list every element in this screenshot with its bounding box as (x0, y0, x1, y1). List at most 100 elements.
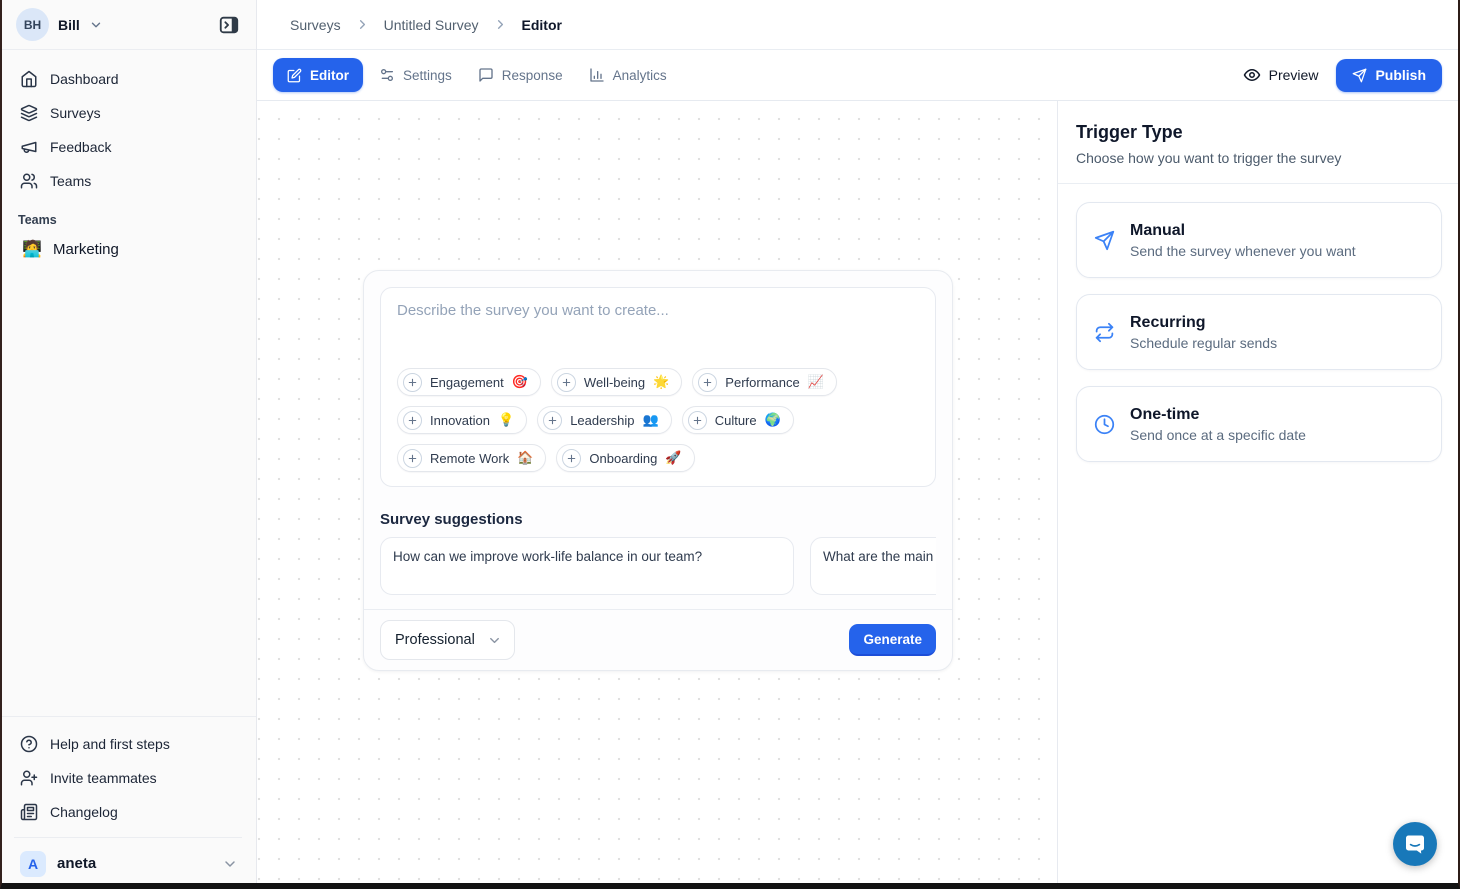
prompt-input[interactable]: Describe the survey you want to create..… (380, 287, 936, 487)
sidebar-spacer (0, 267, 256, 716)
sliders-icon (379, 67, 395, 83)
publish-button[interactable]: Publish (1336, 59, 1442, 92)
panel-collapse-icon (218, 14, 240, 36)
tab-label: Editor (310, 68, 349, 83)
sidebar-item-help[interactable]: Help and first steps (14, 727, 242, 761)
tab-response[interactable]: Response (468, 58, 573, 92)
composer-footer: Professional Generate (364, 609, 952, 670)
send-icon (1093, 230, 1115, 251)
plus-icon (543, 411, 562, 430)
chip-label: Engagement (430, 375, 504, 390)
suggestions-title: Survey suggestions (380, 511, 936, 528)
chip-emoji: 🌍 (765, 412, 781, 428)
sidebar-nav: Dashboard Surveys Feedback Teams Teams 🧑… (0, 50, 256, 267)
sidebar-item-surveys[interactable]: Surveys (14, 96, 242, 130)
workspace-name: Bill (58, 17, 80, 33)
user-plus-icon (20, 769, 38, 787)
generate-button[interactable]: Generate (849, 624, 936, 656)
chat-launcher-button[interactable] (1393, 822, 1437, 866)
editor-canvas[interactable]: Describe the survey you want to create..… (257, 101, 1057, 889)
topic-chip-remote-work[interactable]: Remote Work 🏠 (397, 444, 546, 472)
megaphone-icon (20, 138, 38, 156)
sidebar-item-teams[interactable]: Teams (14, 164, 242, 198)
composer-card: Describe the survey you want to create..… (363, 270, 953, 671)
topic-chip-onboarding[interactable]: Onboarding 🚀 (556, 444, 694, 472)
chip-emoji: 🎯 (512, 374, 528, 390)
topic-chip-engagement[interactable]: Engagement 🎯 (397, 368, 541, 396)
breadcrumb: Surveys Untitled Survey Editor (257, 0, 1460, 50)
tone-value: Professional (395, 632, 475, 648)
sidebar-item-label: Help and first steps (50, 736, 170, 752)
breadcrumb-surveys[interactable]: Surveys (290, 17, 341, 33)
sidebar: BH Bill Dashboard Surveys (0, 0, 257, 889)
trigger-panel-title: Trigger Type (1076, 122, 1442, 143)
collapse-sidebar-button[interactable] (216, 12, 242, 38)
tone-select[interactable]: Professional (380, 620, 515, 660)
trigger-option-one-time[interactable]: One-time Send once at a specific date (1076, 386, 1442, 462)
breadcrumb-untitled-survey[interactable]: Untitled Survey (384, 17, 479, 33)
chip-label: Remote Work (430, 451, 509, 466)
suggestion-card[interactable]: What are the main ob (810, 537, 936, 595)
chip-emoji: 📈 (808, 374, 824, 390)
plus-icon (557, 373, 576, 392)
chip-label: Leadership (570, 413, 634, 428)
chip-emoji: 🌟 (653, 374, 669, 390)
account-menu[interactable]: A aneta (14, 837, 242, 889)
sidebar-header: BH Bill (0, 0, 256, 50)
trigger-option-text: Manual Send the survey whenever you want (1130, 222, 1356, 259)
preview-button[interactable]: Preview (1243, 66, 1319, 84)
sidebar-item-feedback[interactable]: Feedback (14, 130, 242, 164)
newspaper-icon (20, 803, 38, 821)
sidebar-item-changelog[interactable]: Changelog (14, 795, 242, 829)
chip-emoji: 🏠 (517, 450, 533, 466)
help-circle-icon (20, 735, 38, 753)
chevron-down-icon (89, 18, 103, 32)
tab-analytics[interactable]: Analytics (579, 58, 677, 92)
topic-chip-innovation[interactable]: Innovation 💡 (397, 406, 527, 434)
home-icon (20, 70, 38, 88)
edit-icon (287, 68, 302, 83)
repeat-icon (1093, 322, 1115, 343)
sidebar-item-label: Changelog (50, 804, 118, 820)
chevron-right-icon (355, 17, 370, 32)
trigger-panel: Trigger Type Choose how you want to trig… (1057, 101, 1460, 889)
chip-label: Well-being (584, 375, 645, 390)
plus-icon (403, 411, 422, 430)
plus-icon (562, 449, 581, 468)
chip-emoji: 🚀 (665, 450, 681, 466)
tab-settings[interactable]: Settings (369, 58, 462, 92)
sidebar-item-invite[interactable]: Invite teammates (14, 761, 242, 795)
trigger-panel-header: Trigger Type Choose how you want to trig… (1058, 101, 1460, 184)
plus-icon (688, 411, 707, 430)
chat-bubble-icon (1403, 832, 1427, 856)
users-icon (20, 172, 38, 190)
trigger-option-manual[interactable]: Manual Send the survey whenever you want (1076, 202, 1442, 278)
workspace-switcher[interactable]: BH Bill (16, 8, 103, 41)
toolbar-tabs: Editor Settings Response Analytics (273, 58, 677, 92)
sidebar-item-marketing[interactable]: 🧑‍💻 Marketing (14, 231, 242, 267)
bar-chart-icon (589, 67, 605, 83)
content-row: Describe the survey you want to create..… (257, 101, 1460, 889)
suggestion-card[interactable]: How can we improve work-life balance in … (380, 537, 794, 595)
clock-icon (1093, 414, 1115, 435)
trigger-options: Manual Send the survey whenever you want… (1058, 184, 1460, 480)
trigger-option-title: One-time (1130, 406, 1306, 424)
plus-icon (698, 373, 717, 392)
trigger-option-recurring[interactable]: Recurring Schedule regular sends (1076, 294, 1442, 370)
topic-chip-wellbeing[interactable]: Well-being 🌟 (551, 368, 682, 396)
main-column: Surveys Untitled Survey Editor Editor Se… (257, 0, 1460, 889)
plus-icon (403, 449, 422, 468)
chip-emoji: 💡 (498, 412, 514, 428)
suggestions-row: How can we improve work-life balance in … (380, 537, 936, 595)
chip-label: Performance (725, 375, 799, 390)
trigger-option-subtitle: Schedule regular sends (1130, 335, 1277, 351)
topic-chip-culture[interactable]: Culture 🌍 (682, 406, 794, 434)
chevron-down-icon (487, 633, 502, 648)
tab-editor[interactable]: Editor (273, 58, 363, 92)
trigger-option-title: Manual (1130, 222, 1356, 240)
teams-section-label: Teams (14, 213, 242, 227)
layers-icon (20, 104, 38, 122)
topic-chip-performance[interactable]: Performance 📈 (692, 368, 837, 396)
topic-chip-leadership[interactable]: Leadership 👥 (537, 406, 672, 434)
sidebar-item-dashboard[interactable]: Dashboard (14, 62, 242, 96)
